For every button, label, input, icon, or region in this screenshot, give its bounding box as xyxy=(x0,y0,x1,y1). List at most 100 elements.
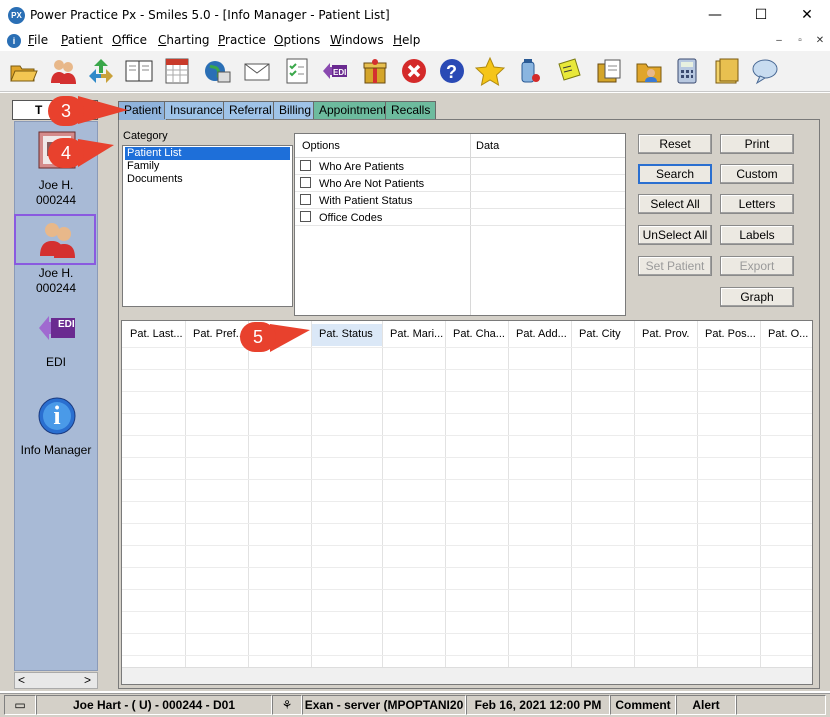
column-header[interactable]: Pat. O... xyxy=(760,324,813,346)
checkbox[interactable] xyxy=(300,160,311,171)
menu-options[interactable]: Options xyxy=(274,33,320,47)
category-item-patient-list[interactable]: Patient List xyxy=(125,147,290,160)
maximize-button[interactable]: ☐ xyxy=(738,0,784,31)
column-header[interactable]: Pat. Pref... xyxy=(185,324,248,346)
grid-divider xyxy=(508,321,509,667)
speech-bubble-icon[interactable] xyxy=(748,54,782,88)
close-button[interactable]: ✕ xyxy=(784,0,830,31)
callout-badge-3: 3 xyxy=(48,96,84,126)
column-header-selected[interactable]: Pat. Status xyxy=(311,324,382,346)
server-icon: ⚘ xyxy=(272,695,302,715)
folder-icon[interactable] xyxy=(710,54,744,88)
search-button[interactable]: Search xyxy=(638,164,712,184)
calendar-chart-icon[interactable] xyxy=(160,54,194,88)
menu-help[interactable]: Help xyxy=(393,33,420,47)
menu-file[interactable]: File xyxy=(28,33,48,47)
checkbox[interactable] xyxy=(300,211,311,222)
checklist-icon[interactable] xyxy=(280,54,314,88)
grid-divider xyxy=(382,321,383,667)
document-icon[interactable] xyxy=(592,54,626,88)
column-header[interactable]: Pat. Last... xyxy=(122,324,185,346)
sidebar-item-info-manager[interactable]: Info Manager xyxy=(14,443,98,457)
select-all-button[interactable]: Select All xyxy=(638,194,712,214)
labels-button[interactable]: Labels xyxy=(720,225,794,245)
tab-appointment[interactable]: Appointment xyxy=(313,101,393,119)
book-icon[interactable] xyxy=(122,54,156,88)
option-who-are-patients[interactable]: Who Are Patients xyxy=(300,160,404,176)
grid-divider xyxy=(634,321,635,667)
grid-divider xyxy=(311,321,312,667)
patient-icon[interactable] xyxy=(37,218,77,258)
category-item-family[interactable]: Family xyxy=(125,160,290,173)
sidebar-item-joe-id-2: 000244 xyxy=(35,281,77,295)
category-label: Category xyxy=(123,130,168,142)
checkbox[interactable] xyxy=(300,194,311,205)
globe-icon[interactable] xyxy=(200,54,234,88)
tab-referral[interactable]: Referral xyxy=(223,101,278,119)
menu-charting[interactable]: Charting xyxy=(158,33,210,47)
sidebar-item-joe-name[interactable]: Joe H. xyxy=(14,178,98,192)
category-item-documents[interactable]: Documents xyxy=(125,173,290,186)
grid-row-line xyxy=(122,545,812,546)
set-patient-button[interactable]: Set Patient xyxy=(638,256,712,276)
grid-divider xyxy=(248,321,249,667)
option-who-are-not-patients[interactable]: Who Are Not Patients xyxy=(300,177,424,193)
export-button[interactable]: Export xyxy=(720,256,794,276)
patient-icon[interactable] xyxy=(46,54,80,88)
document-control-icon[interactable]: i xyxy=(7,34,21,48)
column-header[interactable]: Pat. Mari... xyxy=(382,324,445,346)
checkbox[interactable] xyxy=(300,177,311,188)
grid-divider xyxy=(445,321,446,667)
recycle-icon[interactable] xyxy=(84,54,118,88)
mail-icon[interactable] xyxy=(240,54,274,88)
column-header[interactable]: Pat. Prov. xyxy=(634,324,697,346)
status-alert[interactable]: Alert xyxy=(676,695,736,715)
grid-row-line xyxy=(122,347,812,348)
grid-horizontal-scrollbar[interactable] xyxy=(122,667,812,684)
unselect-all-button[interactable]: UnSelect All xyxy=(638,225,712,245)
status-empty xyxy=(736,695,826,715)
custom-button[interactable]: Custom xyxy=(720,164,794,184)
edi-icon[interactable]: EDI xyxy=(318,54,352,88)
tab-billing[interactable]: Billing xyxy=(273,101,318,119)
info-glyph: i xyxy=(53,401,61,430)
gift-icon[interactable] xyxy=(358,54,392,88)
sidebar-item-edi[interactable]: EDI xyxy=(14,355,98,369)
menu-practice[interactable]: Practice xyxy=(218,33,266,47)
column-header[interactable]: Pat. Add... xyxy=(508,324,571,346)
scroll-right-arrow[interactable]: > xyxy=(84,673,91,687)
minimize-button[interactable]: — xyxy=(692,0,738,31)
sidebar-item-joe-name-2[interactable]: Joe H. xyxy=(14,266,98,280)
scroll-left-arrow[interactable]: < xyxy=(18,673,25,687)
calculator-icon[interactable] xyxy=(670,54,704,88)
folder-person-icon[interactable] xyxy=(632,54,666,88)
option-office-codes[interactable]: Office Codes xyxy=(300,211,382,227)
column-header[interactable]: Pat. Cha... xyxy=(445,324,508,346)
menu-office[interactable]: Office xyxy=(112,33,147,47)
cancel-icon[interactable] xyxy=(397,54,431,88)
grid-row-line xyxy=(122,633,812,634)
note-icon[interactable] xyxy=(552,54,586,88)
help-icon[interactable]: ? xyxy=(435,54,469,88)
letters-button[interactable]: Letters xyxy=(720,194,794,214)
reset-button[interactable]: Reset xyxy=(638,134,712,154)
tab-insurance[interactable]: Insurance xyxy=(164,101,229,119)
option-with-patient-status[interactable]: With Patient Status xyxy=(300,194,413,210)
tab-recalls[interactable]: Recalls xyxy=(385,101,437,119)
mdi-close-button[interactable]: ✕ xyxy=(813,34,827,48)
medicine-icon[interactable] xyxy=(512,54,546,88)
print-button[interactable]: Print xyxy=(720,134,794,154)
column-header[interactable]: Pat. Pos... xyxy=(697,324,760,346)
star-icon[interactable] xyxy=(473,54,507,88)
mdi-minimize-button[interactable]: – xyxy=(772,34,786,48)
options-header-divider xyxy=(295,157,625,158)
menu-windows[interactable]: Windows xyxy=(330,33,384,47)
mdi-restore-button[interactable]: ▫ xyxy=(793,34,807,48)
status-comment[interactable]: Comment xyxy=(610,695,676,715)
options-header: Options xyxy=(302,140,340,152)
open-folder-icon[interactable] xyxy=(6,54,40,88)
graph-button[interactable]: Graph xyxy=(720,287,794,307)
results-grid[interactable] xyxy=(121,320,813,685)
column-header[interactable]: Pat. City xyxy=(571,324,634,346)
menu-patient[interactable]: Patient xyxy=(61,33,103,47)
